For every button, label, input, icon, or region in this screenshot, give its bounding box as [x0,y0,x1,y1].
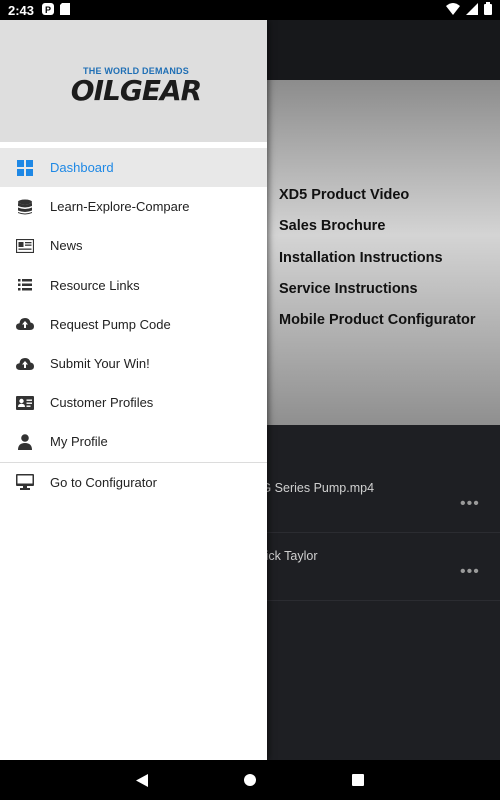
navigation-drawer: THE WORLD DEMANDS OILGEAR Dashboard Lear… [0,20,267,760]
menu-item-label: Go to Configurator [50,474,157,490]
signal-icon [466,2,478,18]
back-icon[interactable] [132,770,152,790]
menu-item-label: My Profile [50,434,108,450]
dashboard-icon [15,158,35,178]
menu-item-resource-links[interactable]: Resource Links [0,266,267,305]
newspaper-icon [15,236,35,256]
cloud-upload-icon [15,354,35,374]
app-notification-icon: P [42,2,55,18]
list-item-title: /G Series Pump.mp4 [258,481,375,495]
menu-item-news[interactable]: News [0,226,267,265]
drawer-header: THE WORLD DEMANDS OILGEAR [0,20,267,148]
menu-item-submit-your-win[interactable]: Submit Your Win! [0,344,267,383]
oilgear-logo: THE WORLD DEMANDS OILGEAR [56,66,216,107]
list-icon [15,275,35,295]
hero-link-configurator[interactable]: Mobile Product Configurator [279,305,476,336]
id-card-icon [15,393,35,413]
logo-brand: OILGEAR [70,74,202,107]
hero-link-xd5-video[interactable]: XD5 Product Video [279,180,476,211]
hero-link-service[interactable]: Service Instructions [279,274,476,305]
menu-item-label: Dashboard [50,160,114,176]
monitor-icon [15,472,35,492]
hero-link-installation[interactable]: Installation Instructions [279,243,476,274]
status-time: 2:43 [8,2,35,18]
cloud-upload-icon [15,314,35,334]
status-bar: 2:43 P [0,0,500,20]
menu-item-go-to-configurator[interactable]: Go to Configurator [0,463,267,502]
system-nav-bar [0,760,500,800]
wifi-icon [446,2,460,18]
menu-item-customer-profiles[interactable]: Customer Profiles [0,383,267,422]
menu-item-label: Learn-Explore-Compare [50,199,190,215]
menu-item-label: Request Pump Code [50,316,171,332]
drawer-menu: Dashboard Learn-Explore-Compare News Res… [0,148,267,462]
recents-icon[interactable] [348,770,368,790]
menu-item-my-profile[interactable]: My Profile [0,422,267,461]
home-icon[interactable] [240,770,260,790]
hero-link-sales-brochure[interactable]: Sales Brochure [279,211,476,242]
sd-card-icon [60,2,71,18]
menu-item-learn-explore-compare[interactable]: Learn-Explore-Compare [0,187,267,226]
menu-item-dashboard[interactable]: Dashboard [0,148,267,188]
menu-item-label: News [50,238,83,254]
svg-text:P: P [45,5,51,15]
database-icon [15,197,35,217]
menu-item-request-pump-code[interactable]: Request Pump Code [0,305,267,344]
menu-item-label: Resource Links [50,277,140,293]
menu-item-label: Submit Your Win! [50,356,150,372]
hero-links: XD5 Product Video Sales Brochure Install… [279,180,476,336]
user-icon [15,432,35,452]
menu-item-label: Customer Profiles [50,395,154,411]
drawer-footer-menu: Go to Configurator [0,463,267,502]
more-options-icon[interactable]: ••• [460,563,480,581]
battery-icon [484,2,492,18]
more-options-icon[interactable]: ••• [460,495,480,513]
